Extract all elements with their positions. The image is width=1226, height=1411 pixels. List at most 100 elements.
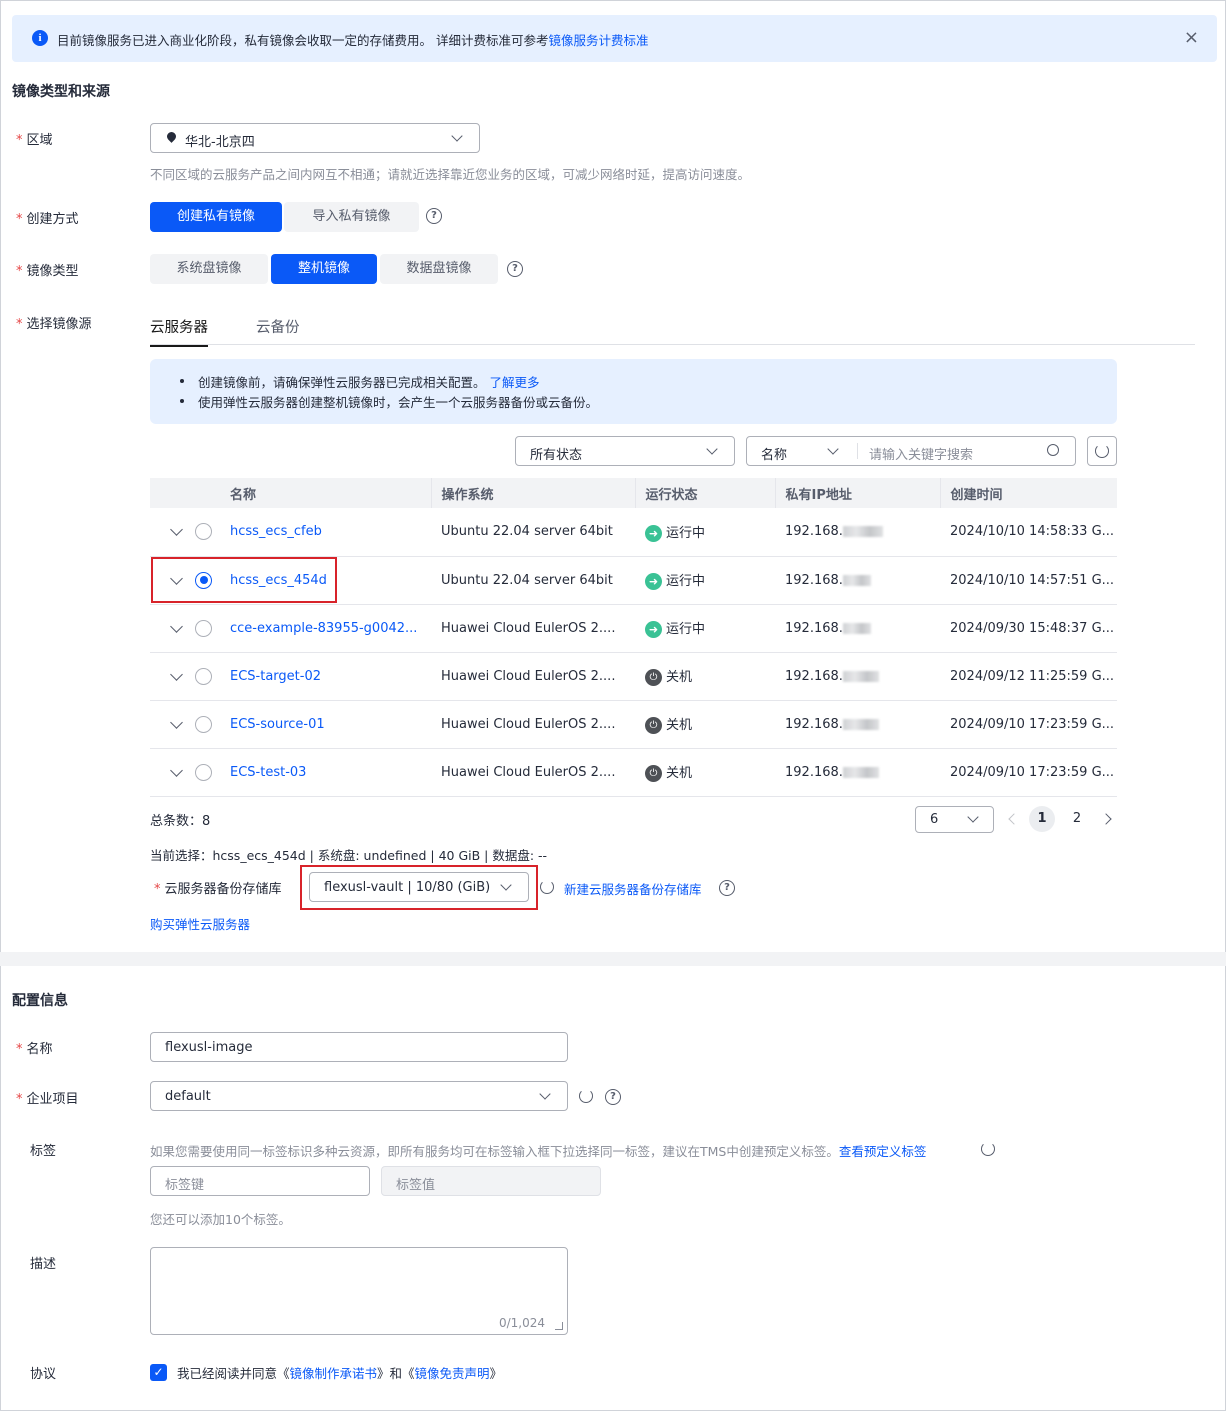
- enterprise-project-select[interactable]: default: [150, 1081, 568, 1111]
- table-row[interactable]: ECS-target-02 Huawei Cloud EulerOS 2....…: [150, 652, 1117, 701]
- close-icon[interactable]: ×: [1184, 27, 1199, 48]
- tag-value-input[interactable]: 标签值: [381, 1166, 601, 1196]
- location-icon: [165, 130, 178, 143]
- buy-ecs-link[interactable]: 购买弹性云服务器: [150, 914, 250, 933]
- chevron-down-icon[interactable]: [170, 715, 183, 729]
- table-row[interactable]: cce-example-83955-g0042... Huawei Cloud …: [150, 604, 1117, 653]
- ecs-name-link[interactable]: hcss_ecs_cfeb: [230, 524, 322, 539]
- region-select[interactable]: 华北-北京四: [150, 123, 480, 153]
- help-icon[interactable]: ?: [719, 880, 735, 896]
- vault-label: * 云服务器备份存储库: [154, 882, 282, 897]
- full-ecs-image-button[interactable]: 整机镜像: [271, 254, 377, 284]
- status-text: 运行中: [666, 525, 706, 541]
- description-textarea[interactable]: 0/1,024: [150, 1247, 568, 1335]
- create-private-image-button[interactable]: 创建私有镜像: [150, 202, 282, 232]
- table-row[interactable]: hcss_ecs_cfeb Ubuntu 22.04 server 64bit …: [150, 508, 1117, 557]
- resize-handle-icon[interactable]: [555, 1322, 563, 1330]
- power-off-icon: ⏻: [645, 765, 662, 782]
- page-size-select[interactable]: 6: [915, 806, 994, 833]
- commitment-link[interactable]: 镜像制作承诺书: [290, 1366, 378, 1381]
- bullet: [180, 379, 184, 383]
- page-2[interactable]: 2: [1064, 806, 1090, 832]
- search-field-value[interactable]: 名称: [761, 444, 787, 463]
- notice-text: 目前镜像服务已进入商业化阶段，私有镜像会收取一定的存储费用。 详细计费标准可参考…: [57, 33, 649, 48]
- table-row[interactable]: ECS-source-01 Huawei Cloud EulerOS 2....…: [150, 700, 1117, 749]
- search-icon[interactable]: [1047, 444, 1059, 456]
- chevron-down-icon[interactable]: [170, 523, 183, 537]
- row-radio[interactable]: [195, 763, 212, 781]
- status-filter-select[interactable]: 所有状态: [515, 436, 735, 466]
- ecs-name-link[interactable]: ECS-target-02: [230, 669, 321, 684]
- chevron-down-icon: [539, 1088, 551, 1100]
- help-icon[interactable]: ?: [507, 261, 523, 277]
- new-vault-link[interactable]: 新建云服务器备份存储库: [564, 879, 702, 898]
- redacted-ip: [842, 622, 871, 634]
- refresh-icon[interactable]: [540, 880, 554, 894]
- redacted-ip: [842, 670, 879, 682]
- help-icon[interactable]: ?: [605, 1089, 621, 1105]
- create-method-label: * 创建方式: [16, 212, 79, 227]
- time-cell: 2024/10/10 14:58:33 G...: [940, 508, 1117, 557]
- bullet: [180, 399, 184, 403]
- row-radio[interactable]: [195, 523, 212, 541]
- page-1[interactable]: 1: [1029, 806, 1055, 832]
- row-radio[interactable]: [195, 715, 212, 733]
- chevron-down-icon[interactable]: [170, 667, 183, 681]
- col-select: [150, 478, 220, 508]
- ecs-name-link[interactable]: ECS-source-01: [230, 717, 325, 732]
- col-os: 操作系统: [431, 478, 636, 508]
- tag-hint: 如果您需要使用同一标签标识多种云资源，即所有服务均可在标签输入框下拉选择同一标签…: [150, 1144, 927, 1159]
- tip-1: 创建镜像前，请确保弹性云服务器已完成相关配置。 了解更多: [198, 375, 540, 390]
- system-disk-image-button[interactable]: 系统盘镜像: [150, 254, 268, 284]
- running-icon: ➜: [645, 621, 662, 638]
- learn-more-link[interactable]: 了解更多: [490, 375, 540, 390]
- create-method-group: 创建私有镜像 导入私有镜像: [150, 202, 419, 232]
- tag-remaining: 您还可以添加10个标签。: [150, 1212, 291, 1227]
- highlight-vault: [300, 865, 538, 910]
- search-input[interactable]: 请输入关键字搜索: [869, 444, 973, 463]
- redacted-ip: [842, 526, 883, 538]
- os-cell: Huawei Cloud EulerOS 2....: [431, 604, 635, 653]
- chevron-down-icon[interactable]: [170, 619, 183, 633]
- os-cell: Ubuntu 22.04 server 64bit: [431, 508, 635, 557]
- refresh-icon[interactable]: [579, 1089, 593, 1103]
- ip-cell: 192.168.: [785, 716, 843, 732]
- agreement-checkbox[interactable]: ✓: [150, 1364, 167, 1381]
- char-counter: 0/1,024: [498, 1316, 545, 1330]
- search-box: 名称 请输入关键字搜索: [746, 436, 1076, 466]
- data-disk-image-button[interactable]: 数据盘镜像: [380, 254, 498, 284]
- status-text: 关机: [666, 670, 693, 685]
- description-label: 描述: [30, 1257, 57, 1272]
- chevron-down-icon[interactable]: [170, 763, 183, 777]
- os-cell: Huawei Cloud EulerOS 2....: [431, 700, 635, 749]
- tag-key-input[interactable]: 标签键: [150, 1166, 370, 1196]
- status-text: 关机: [666, 718, 693, 733]
- predefined-tag-link[interactable]: 查看预定义标签: [839, 1144, 927, 1159]
- divider: [857, 443, 858, 459]
- region-value: 华北-北京四: [185, 135, 255, 150]
- ecs-name-link[interactable]: cce-example-83955-g0042...: [230, 621, 417, 636]
- tab-cbr[interactable]: 云备份: [256, 316, 300, 337]
- refresh-button[interactable]: [1087, 436, 1117, 466]
- refresh-icon[interactable]: [981, 1142, 995, 1156]
- highlight-selected-row: [151, 557, 337, 603]
- name-input[interactable]: flexusl-image: [150, 1032, 568, 1062]
- ecs-name-link[interactable]: ECS-test-03: [230, 765, 306, 780]
- chevron-down-icon: [827, 443, 839, 455]
- import-private-image-button[interactable]: 导入私有镜像: [284, 202, 419, 232]
- row-radio[interactable]: [195, 667, 212, 685]
- chevron-down-icon: [451, 130, 463, 142]
- help-icon[interactable]: ?: [426, 208, 442, 224]
- current-selection: 当前选择：hcss_ecs_454d | 系统盘: undefined | 40…: [150, 848, 548, 863]
- table-row[interactable]: ECS-test-03 Huawei Cloud EulerOS 2.... ⏻…: [150, 748, 1117, 797]
- disclaimer-link[interactable]: 镜像免责声明: [415, 1366, 490, 1381]
- redacted-ip: [842, 574, 871, 586]
- tag-key-placeholder: 标签键: [165, 1178, 205, 1193]
- row-radio[interactable]: [195, 619, 212, 637]
- tab-ecs[interactable]: 云服务器: [150, 316, 208, 347]
- time-cell: 2024/09/10 17:23:59 G...: [940, 700, 1117, 749]
- agreement-label: 协议: [30, 1367, 57, 1382]
- image-type-group: 系统盘镜像 整机镜像 数据盘镜像: [150, 254, 498, 284]
- billing-link[interactable]: 镜像服务计费标准: [548, 33, 648, 48]
- os-cell: Huawei Cloud EulerOS 2....: [431, 748, 635, 797]
